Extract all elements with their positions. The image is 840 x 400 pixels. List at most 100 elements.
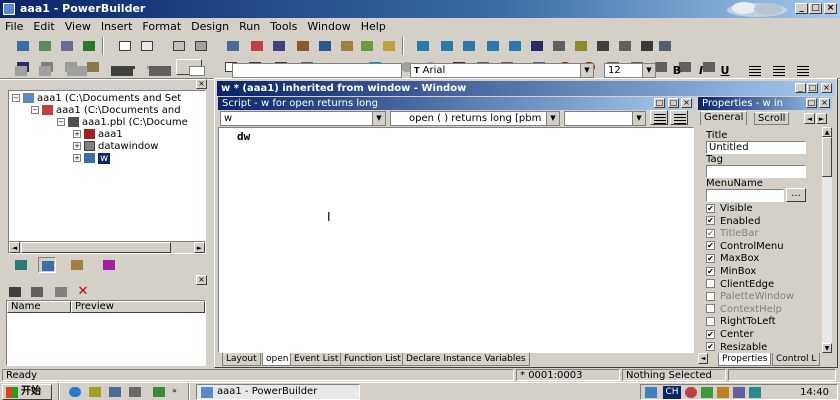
properties-vscroll[interactable]: ▲ ▼ <box>822 127 832 353</box>
grid-2-button[interactable] <box>438 38 456 54</box>
edit-file-button[interactable] <box>338 38 356 54</box>
menu-design[interactable]: Design <box>186 18 234 35</box>
layer-dropdown-button[interactable] <box>108 63 138 79</box>
quicklaunch-icon[interactable] <box>150 384 168 400</box>
taskbar-powerbuilder-button[interactable]: aaa1 - PowerBuilder <box>196 384 360 400</box>
painter-close-button[interactable]: × <box>821 83 832 93</box>
grid-5-button[interactable] <box>506 38 524 54</box>
menu-view[interactable]: View <box>60 18 96 35</box>
tool-a-button[interactable] <box>528 38 546 54</box>
inherit-button[interactable] <box>36 38 54 54</box>
clip-paste-icon[interactable] <box>28 284 46 300</box>
tab-scroll[interactable]: Scroll <box>754 112 790 125</box>
checkbox-icon[interactable]: ✔ <box>706 228 715 238</box>
tray-security-icon[interactable] <box>733 387 745 398</box>
menu-run[interactable]: Run <box>234 18 265 35</box>
bottom-tabs-left-icon[interactable]: ◄ <box>698 353 708 364</box>
clip-list-icon[interactable] <box>52 284 70 300</box>
open-button[interactable] <box>58 38 76 54</box>
tree-item[interactable]: + aaa1 <box>73 129 123 141</box>
script-grid-icon[interactable] <box>670 110 688 125</box>
deploy-button[interactable] <box>316 38 334 54</box>
tree-tab-2-icon[interactable] <box>38 257 56 273</box>
tabs-right-icon[interactable]: ► <box>816 113 827 124</box>
clip-col-name[interactable]: Name <box>7 301 71 313</box>
debug-button[interactable] <box>248 38 266 54</box>
tray-network-icon[interactable] <box>645 387 657 398</box>
checkbox-icon[interactable] <box>706 279 715 289</box>
property-checkbox-maxbox[interactable]: ✔ MaxBox <box>706 253 759 265</box>
align-text-right-icon[interactable] <box>794 63 812 79</box>
checkbox-icon[interactable]: ✔ <box>706 253 715 263</box>
tree-item[interactable]: − aaa1 (C:\Documents and <box>31 105 181 117</box>
painter-minimize-button[interactable]: _ <box>795 83 806 93</box>
property-checkbox-palettewindow[interactable]: PaletteWindow <box>706 291 794 303</box>
chevron-icon[interactable]: » <box>172 386 177 395</box>
start-button[interactable]: 开始 <box>2 384 52 400</box>
space-dropdown-button[interactable] <box>64 63 92 79</box>
tree-tab-3-icon[interactable] <box>68 257 86 273</box>
tab-control-list[interactable]: Control L <box>772 353 821 366</box>
tree-hscroll[interactable]: ◄ ► <box>9 241 205 253</box>
tree-item[interactable]: + datawindow <box>73 141 158 153</box>
tray-volume-icon[interactable] <box>717 387 729 398</box>
clip-delete-icon[interactable]: ✕ <box>74 284 92 300</box>
style-combo[interactable] <box>232 63 402 78</box>
close-button[interactable]: × <box>824 3 837 14</box>
project-button[interactable] <box>358 38 376 54</box>
dbprofile-button[interactable] <box>294 38 312 54</box>
menu-file[interactable]: File <box>0 18 28 35</box>
menu-tools[interactable]: Tools <box>265 18 302 35</box>
align-text-left-icon[interactable] <box>746 63 764 79</box>
property-checkbox-center[interactable]: ✔ Center <box>706 329 754 341</box>
checkbox-icon[interactable]: ✔ <box>706 329 715 339</box>
checkbox-icon[interactable]: ✔ <box>706 342 715 352</box>
media-icon[interactable] <box>126 384 144 400</box>
checkbox-icon[interactable]: ✔ <box>706 241 715 251</box>
tool-c-button[interactable] <box>572 38 590 54</box>
new-button[interactable] <box>14 38 32 54</box>
property-checkbox-controlmenu[interactable]: ✔ ControlMenu <box>706 241 784 253</box>
italic-button[interactable]: I <box>692 63 710 79</box>
tabs-left-icon[interactable]: ◄ <box>804 113 815 124</box>
tree-item[interactable]: − aaa1 (C:\Documents and Set <box>12 93 181 105</box>
tool-f-button[interactable] <box>638 38 656 54</box>
color-swatch-button[interactable] <box>186 63 208 79</box>
clip-copy-icon[interactable] <box>6 284 24 300</box>
library-button[interactable] <box>224 38 242 54</box>
properties-close-button[interactable]: × <box>819 98 830 108</box>
tab-function-list[interactable]: Function List <box>340 353 405 366</box>
exit-button[interactable] <box>380 38 398 54</box>
event-combo[interactable]: open ( ) returns long [pbm ▼ <box>390 111 560 126</box>
menu-format[interactable]: Format <box>137 18 186 35</box>
font-combo[interactable]: T Arial ▼ <box>410 63 594 78</box>
tab-declare-instance-variables[interactable]: Declare Instance Variables <box>402 353 530 366</box>
tab-event-list[interactable]: Event List <box>290 353 343 366</box>
property-checkbox-contexthelp[interactable]: ContextHelp <box>706 304 782 316</box>
font-size-dropdown-icon[interactable]: ▼ <box>642 64 655 77</box>
property-checkbox-titlebar[interactable]: ✔ TitleBar <box>706 228 759 240</box>
tool-b-button[interactable] <box>550 38 568 54</box>
output-button[interactable] <box>138 38 156 54</box>
bold-button[interactable]: B <box>668 63 686 79</box>
system-tree-button[interactable] <box>116 38 134 54</box>
script-maximize-button[interactable]: □ <box>654 98 665 108</box>
tab-open[interactable]: open <box>262 353 293 366</box>
property-checkbox-righttoleft[interactable]: RightToLeft <box>706 316 776 328</box>
tab-dropdown-button[interactable] <box>146 63 176 79</box>
scroll-right-icon[interactable]: ► <box>194 242 205 253</box>
align-text-center-icon[interactable] <box>770 63 788 79</box>
painter-maximize-button[interactable]: □ <box>807 83 818 93</box>
title-input[interactable]: Untitled <box>706 141 806 154</box>
menuname-input[interactable] <box>706 189 784 202</box>
script-editor[interactable]: dw I <box>218 127 694 353</box>
checkbox-icon[interactable] <box>706 304 715 314</box>
tray-sync-icon[interactable] <box>749 387 761 398</box>
ancestor-combo[interactable]: ▼ <box>564 111 646 126</box>
system-tree-close-button[interactable]: × <box>196 79 207 89</box>
event-dropdown-icon[interactable]: ▼ <box>546 112 559 125</box>
font-size-combo[interactable]: 12 ▼ <box>604 63 656 78</box>
checkbox-icon[interactable] <box>706 291 715 301</box>
lang-indicator[interactable]: CH <box>663 386 681 399</box>
property-checkbox-clientedge[interactable]: ClientEdge <box>706 279 774 291</box>
